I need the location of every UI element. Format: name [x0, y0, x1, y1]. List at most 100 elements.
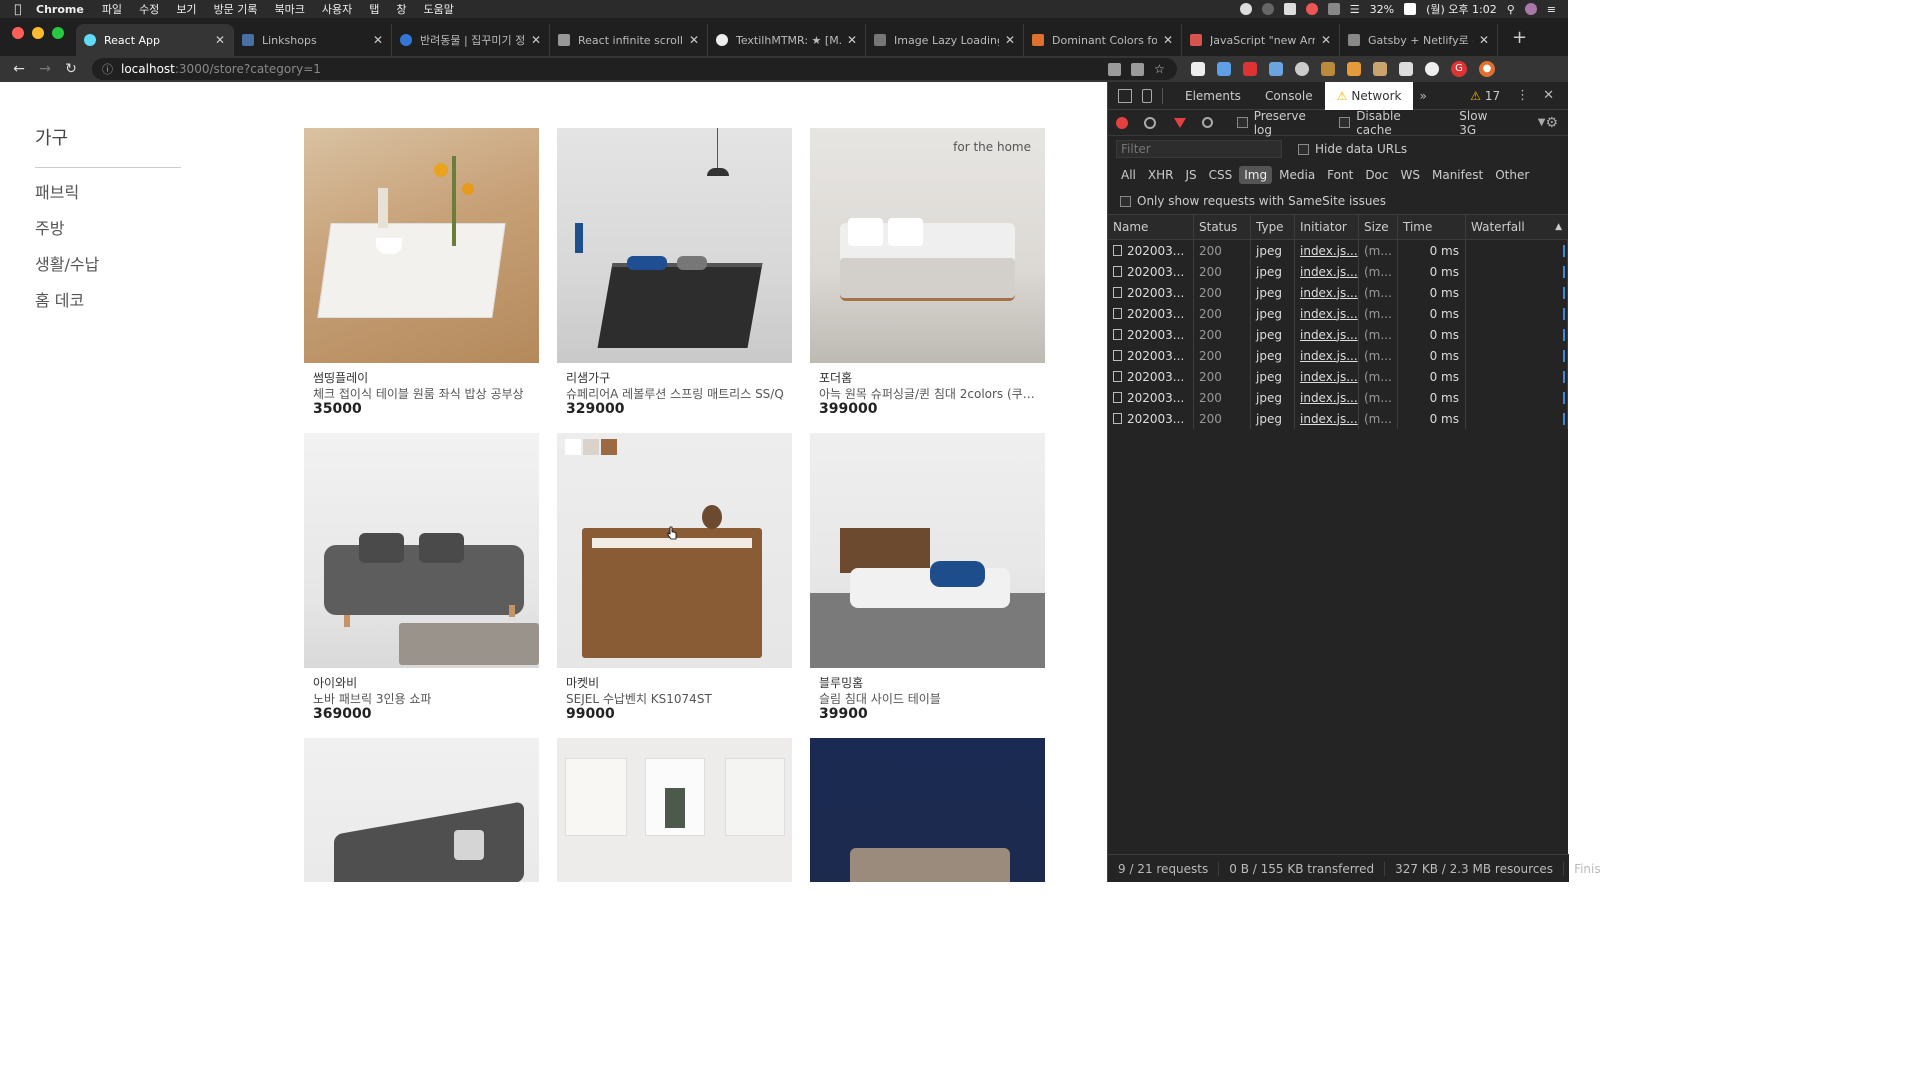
clock[interactable]: (월) 오후 1:02: [1426, 1, 1497, 17]
tab-image-lazy-loading[interactable]: Image Lazy Loading... ✕: [866, 24, 1024, 56]
more-tabs-icon[interactable]: »: [1419, 89, 1426, 103]
throttling-select[interactable]: Slow 3G: [1459, 109, 1507, 137]
app-name[interactable]: Chrome: [36, 3, 84, 16]
extension-icon[interactable]: [1269, 62, 1283, 76]
tab-react-app[interactable]: React App ✕: [76, 24, 234, 56]
tab-pet-interior[interactable]: 반려동물 | 집꾸미기 정보... ✕: [392, 24, 550, 56]
product-card[interactable]: 마켓비 SEJEL 수납벤치 KS1074ST 99000: [557, 433, 792, 722]
category-item-home-deco[interactable]: 홈 데코: [35, 290, 181, 326]
product-image[interactable]: [304, 738, 539, 882]
preserve-log-checkbox[interactable]: Preserve log: [1236, 109, 1327, 137]
input-source-icon[interactable]: [1404, 3, 1417, 15]
menu-bookmarks[interactable]: 북마크: [275, 1, 305, 17]
menu-file[interactable]: 파일: [102, 1, 122, 17]
devtools-menu-icon[interactable]: ⋮: [1516, 88, 1529, 103]
column-time[interactable]: Time: [1398, 215, 1466, 239]
site-info-icon[interactable]: ⓘ: [102, 61, 113, 77]
record-button[interactable]: [1116, 116, 1128, 129]
product-card[interactable]: 리샘가구 슈페리어A 레볼루션 스프링 매트리스 SS/Q 329000: [557, 128, 792, 417]
spotlight-icon[interactable]: ⚲: [1507, 3, 1515, 16]
address-bar[interactable]: ⓘ localhost:3000/store?category=1 ☆: [92, 58, 1177, 80]
forward-button[interactable]: →: [32, 61, 58, 77]
product-card[interactable]: 블루밍홈 슬림 침대 사이드 테이블 39900: [810, 433, 1045, 722]
table-row[interactable]: 202003... 200 jpeg index.js... (m... 0 ms: [1108, 282, 1568, 303]
type-filter-all[interactable]: All: [1116, 166, 1141, 184]
product-image[interactable]: [557, 128, 792, 363]
menu-tab[interactable]: 탭: [369, 1, 379, 17]
type-filter-css[interactable]: CSS: [1204, 166, 1238, 184]
close-tab-icon[interactable]: ✕: [1479, 33, 1489, 47]
extension-icon[interactable]: [1243, 62, 1257, 76]
tab-elements[interactable]: Elements: [1173, 82, 1253, 110]
extension-icon[interactable]: [1295, 62, 1309, 76]
product-image[interactable]: [810, 433, 1045, 668]
request-initiator[interactable]: index.js...: [1295, 387, 1359, 408]
zoom-icon[interactable]: [1131, 62, 1144, 76]
tab-react-infinite-scroll[interactable]: React infinite scroll w... ✕: [550, 24, 708, 56]
checkbox[interactable]: [1236, 117, 1248, 128]
record-icon[interactable]: [1239, 3, 1252, 15]
close-tab-icon[interactable]: ✕: [689, 33, 699, 47]
chevron-down-icon[interactable]: ▼: [1538, 117, 1546, 128]
gear-icon[interactable]: ⚙: [1545, 115, 1558, 131]
type-filter-manifest[interactable]: Manifest: [1427, 166, 1488, 184]
translate-icon[interactable]: [1108, 62, 1121, 76]
column-size[interactable]: Size: [1359, 215, 1398, 239]
profile-avatar[interactable]: G: [1451, 61, 1467, 77]
tab-linkshops[interactable]: Linkshops ✕: [234, 24, 392, 56]
column-initiator[interactable]: Initiator: [1295, 215, 1359, 239]
battery-level[interactable]: 32%: [1370, 3, 1394, 16]
product-image[interactable]: for the home: [810, 128, 1045, 363]
column-name[interactable]: Name: [1108, 215, 1194, 239]
product-card[interactable]: [557, 738, 792, 882]
category-item-kitchen[interactable]: 주방: [35, 218, 181, 254]
disable-cache-checkbox[interactable]: Disable cache: [1339, 109, 1439, 137]
type-filter-doc[interactable]: Doc: [1360, 166, 1393, 184]
type-filter-other[interactable]: Other: [1490, 166, 1534, 184]
menu-view[interactable]: 보기: [176, 1, 196, 17]
extension-icon[interactable]: [1373, 62, 1387, 76]
close-devtools-icon[interactable]: ✕: [1543, 88, 1554, 103]
tab-github-mtmr[interactable]: TextilhMTMR: ★ [M... ✕: [708, 24, 866, 56]
request-initiator[interactable]: index.js...: [1295, 261, 1359, 282]
product-image[interactable]: [304, 433, 539, 668]
tab-dominant-colors[interactable]: Dominant Colors for L... ✕: [1024, 24, 1182, 56]
clear-button[interactable]: [1143, 116, 1156, 129]
menu-history[interactable]: 방문 기록: [214, 1, 258, 17]
menu-edit[interactable]: 수정: [139, 1, 159, 17]
product-card[interactable]: [304, 738, 539, 882]
status-dot-icon[interactable]: [1261, 3, 1274, 15]
new-tab-button[interactable]: +: [1498, 27, 1541, 48]
warning-count-badge[interactable]: ⚠ 17: [1470, 89, 1500, 103]
checkbox[interactable]: [1120, 195, 1131, 207]
extension-icon[interactable]: [1347, 62, 1361, 76]
apple-icon[interactable]: : [0, 2, 36, 16]
sort-up-icon[interactable]: ▲: [1555, 222, 1562, 232]
tab-gatsby-netlify[interactable]: Gatsby + Netlify로 편... ✕: [1340, 24, 1498, 56]
extension-icon[interactable]: [1425, 62, 1439, 76]
column-type[interactable]: Type: [1251, 215, 1295, 239]
type-filter-xhr[interactable]: XHR: [1143, 166, 1179, 184]
product-card[interactable]: 아이와비 노바 패브릭 3인용 쇼파 369000: [304, 433, 539, 722]
extension-icon[interactable]: [1399, 62, 1413, 76]
product-card[interactable]: for the home 포더홈 아늑 원목 슈퍼싱글/퀸 침대 2colors…: [810, 128, 1045, 417]
product-image[interactable]: [304, 128, 539, 363]
table-row[interactable]: 202003... 200 jpeg index.js... (m... 0 ms: [1108, 303, 1568, 324]
request-initiator[interactable]: index.js...: [1295, 366, 1359, 387]
close-tab-icon[interactable]: ✕: [373, 33, 383, 47]
close-tab-icon[interactable]: ✕: [531, 33, 541, 47]
product-card[interactable]: [810, 738, 1045, 882]
cup-icon[interactable]: [1283, 3, 1296, 15]
checkbox[interactable]: [1339, 117, 1351, 128]
control-center-icon[interactable]: ≡: [1547, 3, 1556, 16]
product-image[interactable]: [557, 433, 792, 668]
search-icon[interactable]: [1201, 117, 1213, 128]
column-status[interactable]: Status: [1194, 215, 1251, 239]
close-tab-icon[interactable]: ✕: [215, 33, 225, 47]
bookmark-star-icon[interactable]: ☆: [1154, 62, 1167, 76]
menu-help[interactable]: 도움말: [424, 1, 454, 17]
request-initiator[interactable]: index.js...: [1295, 345, 1359, 366]
request-initiator[interactable]: index.js...: [1295, 324, 1359, 345]
reload-button[interactable]: ↻: [58, 61, 84, 77]
device-toolbar-icon[interactable]: [1142, 88, 1152, 103]
